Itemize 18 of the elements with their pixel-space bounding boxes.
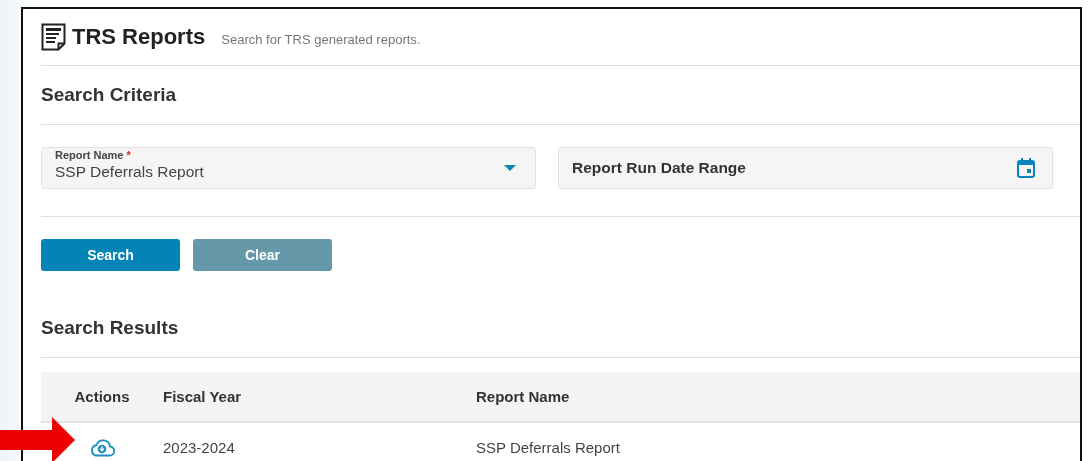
page-title: TRS Reports [72,24,206,50]
table-cell-text: SSP Deferrals Report [476,439,621,456]
page-subtitle: Search for TRS generated reports. [221,31,421,47]
cloud-download-icon[interactable] [89,438,115,457]
column-header: Actions [73,388,131,405]
section-heading: Search Criteria [41,83,178,107]
dropdown-field[interactable]: Report Name * SSP Deferrals Report [41,147,536,189]
column-header: Fiscal Year [163,388,243,405]
field-label: Report Name * [55,149,132,161]
date-range-field[interactable]: Report Run Date Range [558,147,1053,189]
table-cell-text: 2023-2024 [163,439,236,456]
search-button[interactable]: Search [41,239,180,271]
report-icon [41,23,67,51]
caret-icon [504,165,516,171]
calendar-icon [1017,158,1035,178]
required-mark: * [126,149,131,161]
column-header: Report Name [476,388,571,405]
section-heading: Search Results [41,316,180,340]
